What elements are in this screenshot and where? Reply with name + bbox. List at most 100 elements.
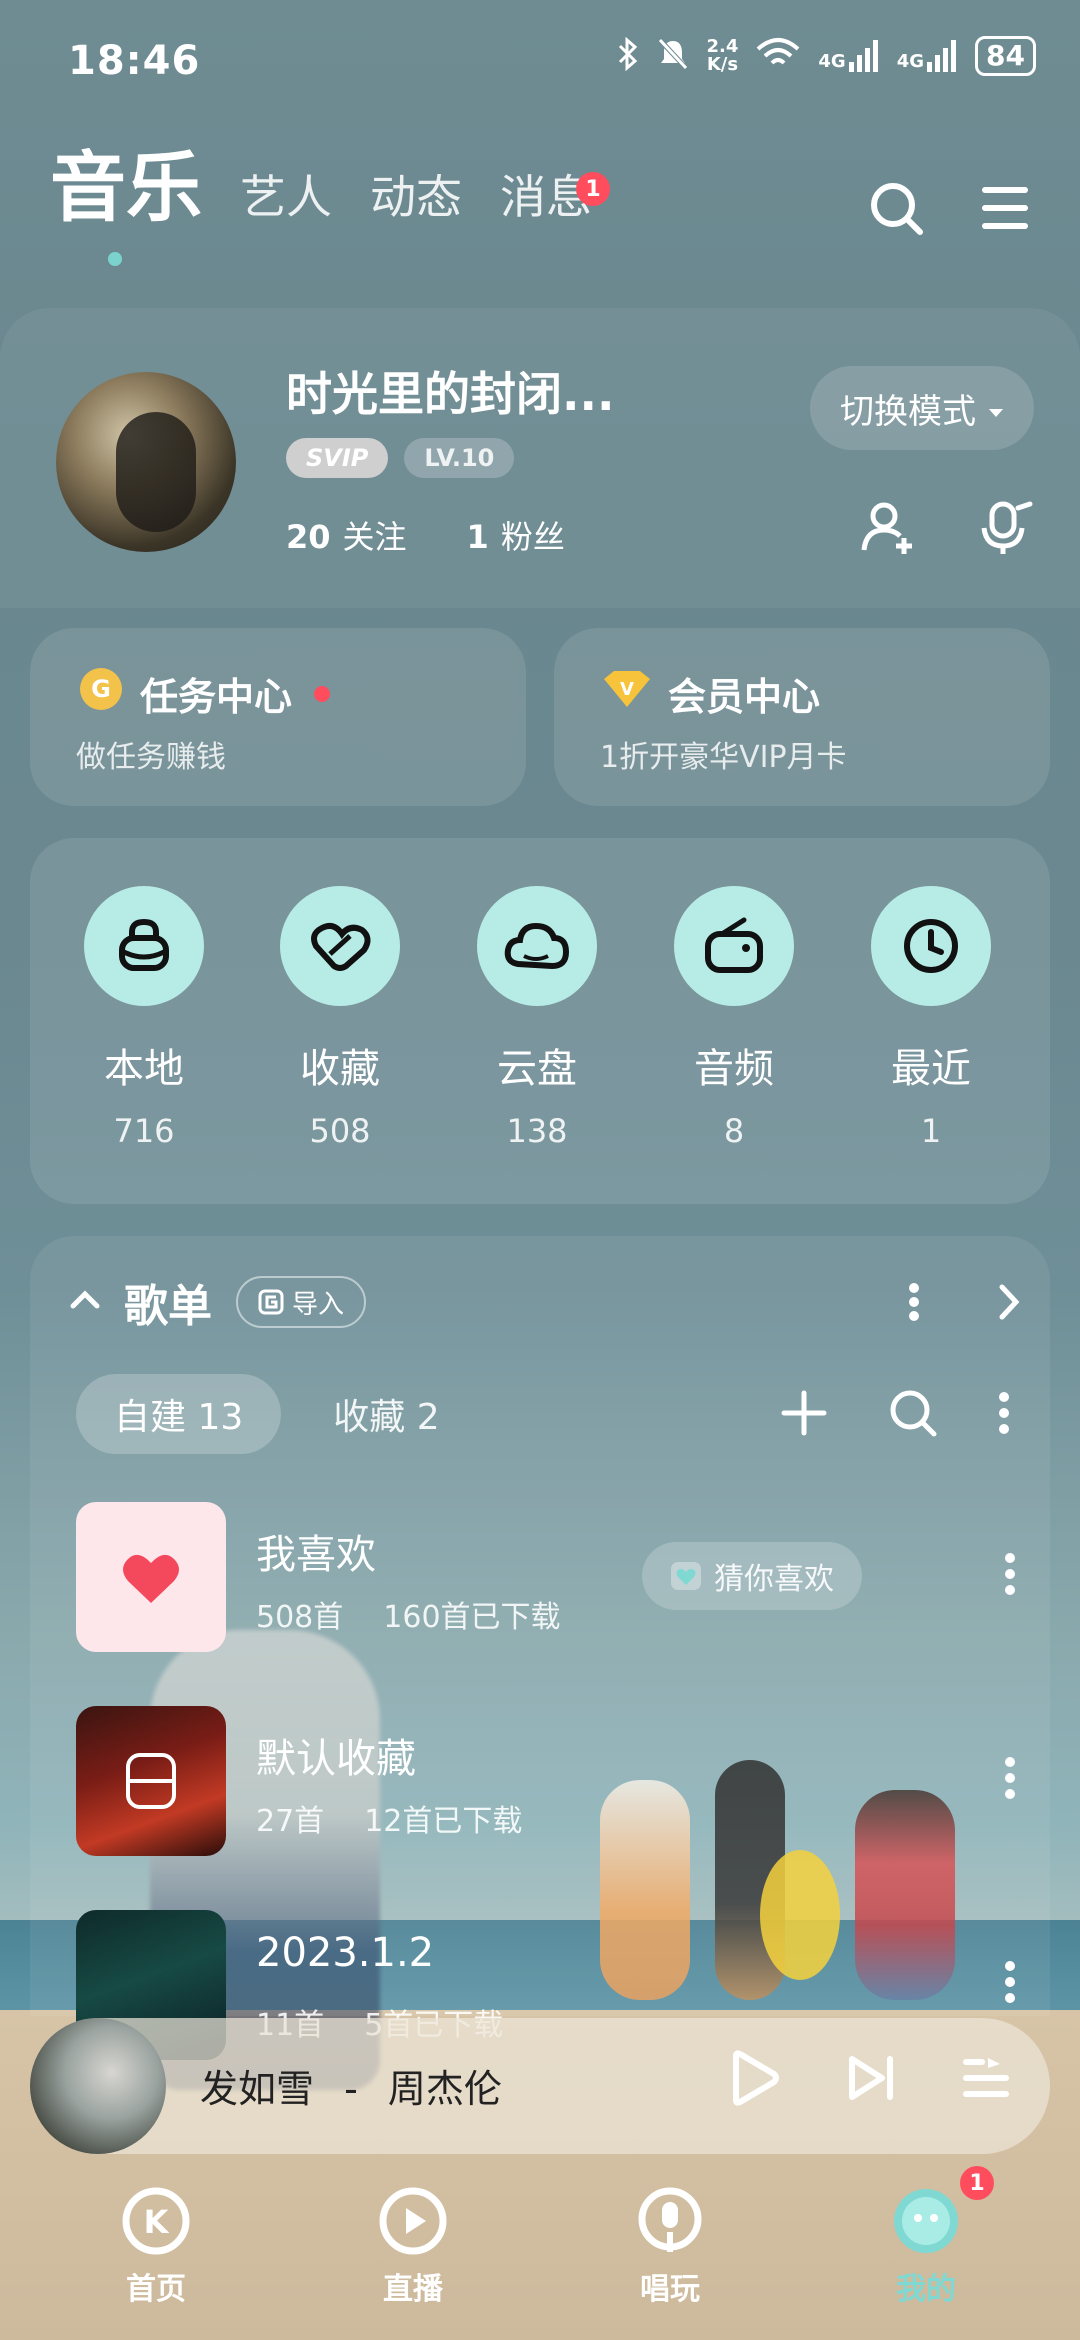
playlist-tabs: 自建 13 收藏 2: [76, 1374, 440, 1454]
radio-icon: [674, 886, 794, 1006]
vip-badges: SVIP LV.10: [286, 438, 515, 478]
top-actions: [868, 180, 1030, 240]
follow-stats: 20 关注 1 粉丝: [286, 512, 565, 558]
play-icon[interactable]: [730, 2050, 780, 2110]
svip-badge[interactable]: SVIP: [286, 438, 389, 478]
search-icon[interactable]: [888, 1388, 938, 1442]
mini-player[interactable]: 发如雪 - 周杰伦: [30, 2018, 1050, 2154]
signal-icon: 4G: [818, 40, 878, 72]
more-vertical-icon[interactable]: [1004, 1960, 1016, 2008]
net-speed: 2.4 K/s: [706, 36, 739, 75]
next-track-icon[interactable]: [846, 2053, 896, 2107]
default-playlist-cover: [76, 1706, 226, 1856]
player-controls: [730, 2050, 1010, 2110]
import-button[interactable]: 导入: [236, 1276, 367, 1328]
now-playing-title: 发如雪 - 周杰伦: [200, 2067, 502, 2111]
vip-diamond-icon: V: [602, 669, 652, 718]
sing-mic-icon: [638, 2187, 702, 2252]
quick-access-grid: 本地 716 收藏 508 云盘 138 音频 8 最近 1: [30, 838, 1050, 1204]
caret-down-icon: [988, 388, 1004, 428]
mute-bell-icon: [657, 37, 689, 75]
profile-actions: [860, 500, 1034, 560]
switch-mode-label: 切换模式: [840, 391, 976, 432]
battery-indicator: 84: [975, 36, 1036, 76]
username[interactable]: 时光里的封闭...: [286, 358, 614, 424]
lock-icon: [84, 886, 204, 1006]
more-vertical-icon[interactable]: [1004, 1756, 1016, 1804]
task-center-subtitle: 做任务赚钱: [76, 740, 226, 775]
playlists-header: 歌单 导入: [70, 1270, 367, 1334]
svg-text:V: V: [620, 679, 634, 700]
playlist-meta: 27首 12首已下载: [256, 1804, 523, 1839]
song-title: 发如雪: [200, 2067, 315, 2111]
vip-center-subtitle: 1折开豪华VIP月卡: [600, 740, 847, 775]
svg-text:K: K: [144, 2203, 170, 2241]
nav-live[interactable]: 直播: [333, 2186, 493, 2308]
following-stat[interactable]: 20 关注: [286, 512, 407, 558]
quick-favorites[interactable]: 收藏 508: [270, 886, 410, 1150]
quick-local[interactable]: 本地 716: [74, 886, 214, 1150]
menu-icon[interactable]: [980, 185, 1030, 235]
tab-moments[interactable]: 动态: [370, 174, 462, 226]
list-item[interactable]: 我喜欢 508首 160首已下载 猜你喜欢: [76, 1502, 1016, 1652]
now-playing-cover[interactable]: [30, 2018, 166, 2154]
playlist-cover-icon: [126, 1753, 176, 1809]
more-vertical-icon[interactable]: [998, 1391, 1010, 1439]
tab-music[interactable]: 音乐: [50, 150, 202, 226]
chevron-right-icon[interactable]: [998, 1283, 1020, 1325]
avatar[interactable]: [56, 372, 236, 552]
messages-badge: 1: [576, 172, 610, 206]
nav-sing[interactable]: 唱玩: [590, 2186, 750, 2308]
nav-mine[interactable]: 我的: [846, 2186, 1006, 2308]
task-center-card[interactable]: G 任务中心 做任务赚钱: [30, 628, 526, 806]
song-artist: 周杰伦: [387, 2067, 502, 2111]
tab-created-playlists[interactable]: 自建 13: [76, 1374, 282, 1454]
heart-icon: [280, 886, 400, 1006]
status-bar: 18:46 2.4 K/s 4G 4G 84: [0, 0, 1080, 120]
playlist-name: 默认收藏: [256, 1736, 416, 1782]
status-icons: 2.4 K/s 4G 4G 84: [617, 36, 1036, 76]
level-badge[interactable]: LV.10: [404, 438, 515, 478]
tab-saved-playlists[interactable]: 收藏 2: [333, 1388, 439, 1440]
guess-you-like-button[interactable]: 猜你喜欢: [642, 1542, 862, 1610]
playlist-queue-icon[interactable]: [962, 2054, 1010, 2106]
tab-artists[interactable]: 艺人: [240, 174, 332, 226]
wifi-icon: [756, 37, 800, 75]
bluetooth-icon: [617, 36, 639, 75]
signal-icon: 4G: [897, 40, 957, 72]
heart-icon: [123, 1554, 179, 1603]
chevron-up-icon[interactable]: [70, 1290, 100, 1314]
import-icon: [258, 1289, 284, 1315]
more-vertical-icon[interactable]: [1004, 1552, 1016, 1600]
active-tab-indicator: [108, 252, 122, 266]
fans-stat[interactable]: 1 粉丝: [467, 512, 565, 558]
quick-recent[interactable]: 最近 1: [861, 886, 1001, 1150]
quick-audio[interactable]: 音频 8: [664, 886, 804, 1150]
bottom-navigation: K 首页 直播 唱玩 我的: [0, 2170, 1080, 2340]
more-vertical-icon[interactable]: [908, 1282, 920, 1326]
vip-center-card[interactable]: V 会员中心 1折开豪华VIP月卡: [554, 628, 1050, 806]
nav-home[interactable]: K 首页: [76, 2186, 236, 2308]
mic-icon[interactable]: [978, 500, 1034, 560]
heart-icon: [671, 1562, 701, 1590]
add-friend-icon[interactable]: [860, 500, 916, 560]
coin-icon: G: [78, 666, 124, 721]
kugou-k-icon: K: [122, 2187, 190, 2255]
list-item[interactable]: 默认收藏 27首 12首已下载: [76, 1706, 1016, 1856]
playlist-tab-actions: [780, 1388, 1010, 1442]
quick-cloud[interactable]: 云盘 138: [467, 886, 607, 1150]
live-play-icon: [379, 2187, 447, 2255]
task-center-title: G 任务中心: [78, 666, 331, 721]
vip-center-title: V 会员中心: [602, 666, 820, 721]
liked-playlist-cover: [76, 1502, 226, 1652]
switch-mode-button[interactable]: 切换模式: [810, 366, 1034, 450]
cloud-icon: [477, 886, 597, 1006]
top-tabs: 音乐 艺人 动态 消息: [50, 150, 592, 226]
playlists-title: 歌单: [124, 1281, 212, 1332]
add-icon[interactable]: [780, 1389, 828, 1441]
search-icon[interactable]: [868, 180, 924, 240]
playlists-header-actions: [908, 1282, 1020, 1326]
mine-face-icon: [894, 2189, 958, 2253]
playlist-name: 我喜欢: [256, 1532, 376, 1578]
status-time: 18:46: [68, 38, 201, 84]
